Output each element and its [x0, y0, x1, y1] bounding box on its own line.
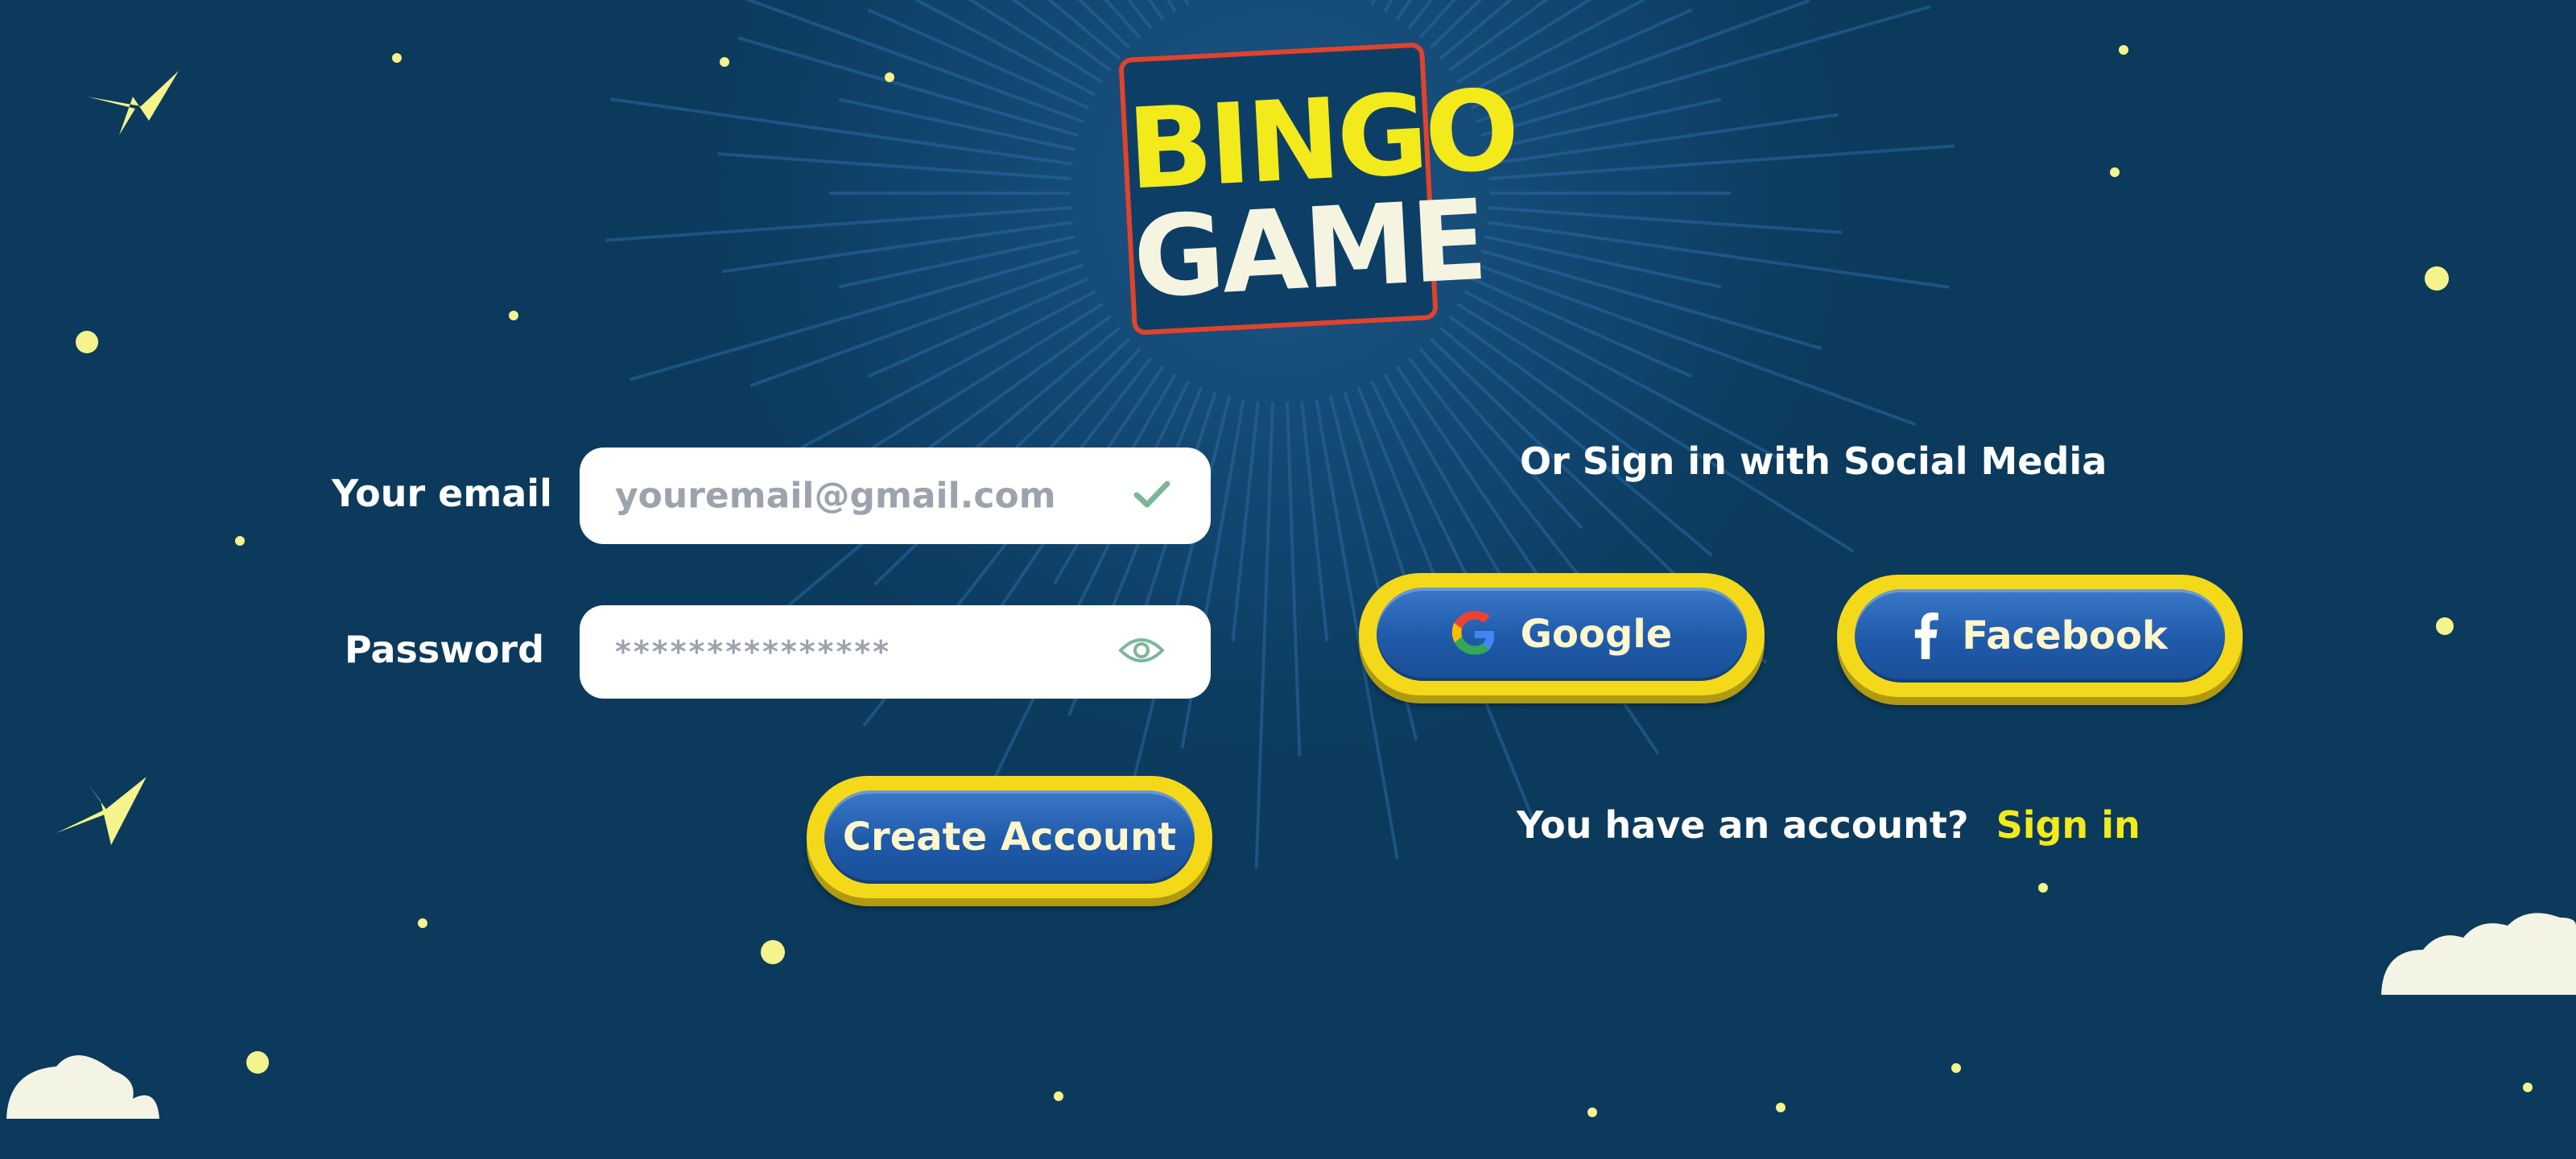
create-account-label: Create Account [842, 815, 1177, 860]
email-label: Your email [332, 472, 552, 515]
create-account-button-face: Create Account [824, 790, 1195, 884]
sparkle-icon [56, 777, 147, 845]
google-signin-button[interactable]: Google [1359, 573, 1765, 695]
google-label: Google [1520, 612, 1673, 657]
account-prompt-text: You have an account? [1517, 803, 1969, 847]
email-field-value: youremail@gmail.com [615, 475, 1056, 517]
check-icon [1133, 481, 1170, 511]
account-prompt-row: You have an account? Sign in [1517, 803, 2140, 847]
password-field-value: *************** [615, 634, 892, 670]
facebook-signin-button[interactable]: Facebook [1837, 575, 2243, 697]
social-signin-heading: Or Sign in with Social Media [1520, 439, 2107, 483]
facebook-icon [1912, 612, 1939, 659]
bingo-game-logo: BINGO GAME [1118, 42, 1519, 336]
email-field[interactable]: youremail@gmail.com [580, 448, 1211, 544]
create-account-button[interactable]: Create Account [807, 776, 1212, 898]
cloud-right [2381, 913, 2576, 995]
password-label: Password [345, 628, 544, 671]
facebook-button-face: Facebook [1855, 589, 2225, 683]
facebook-label: Facebook [1962, 613, 2168, 658]
cloud-left [6, 1055, 159, 1119]
logo-line-game: GAME [1130, 175, 1488, 324]
google-button-face: Google [1377, 588, 1747, 681]
sign-in-link[interactable]: Sign in [1996, 803, 2140, 847]
sparkle-icon [87, 71, 179, 135]
eye-icon[interactable] [1117, 634, 1166, 670]
password-field[interactable]: *************** [580, 605, 1211, 699]
google-icon [1451, 611, 1498, 658]
